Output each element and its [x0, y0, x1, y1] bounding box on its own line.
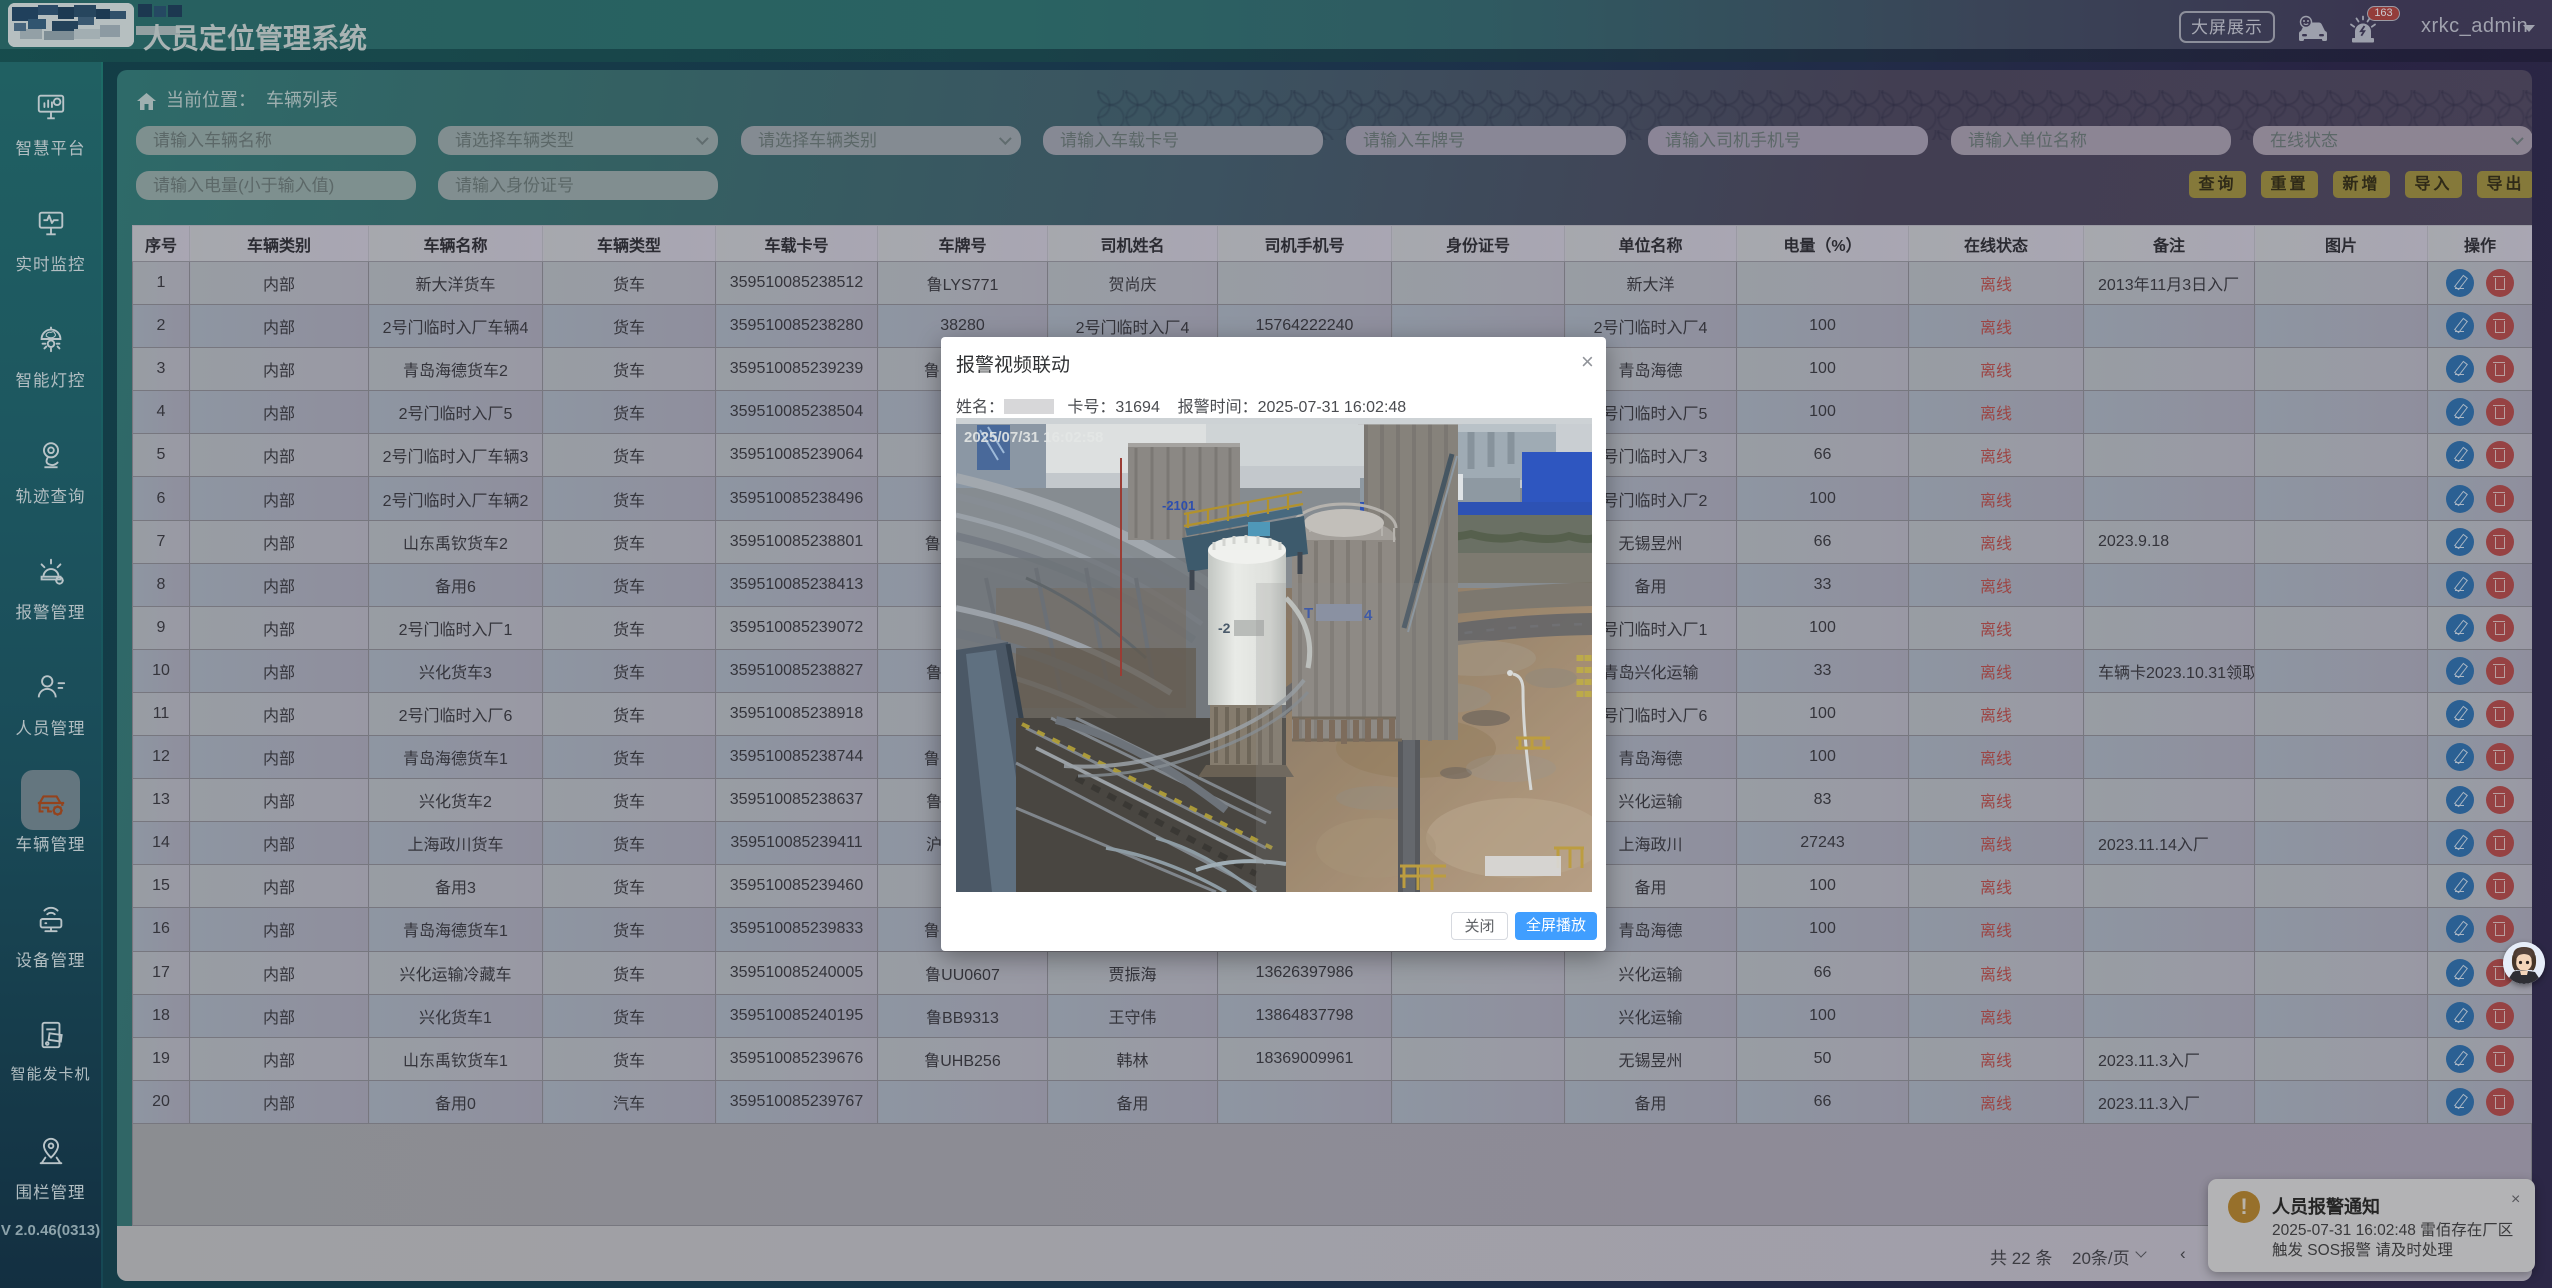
svg-text:-2: -2: [1218, 620, 1231, 636]
svg-text:-2101: -2101: [1162, 498, 1195, 513]
svg-text:2025/07/31 16:02:58: 2025/07/31 16:02:58: [964, 429, 1103, 446]
